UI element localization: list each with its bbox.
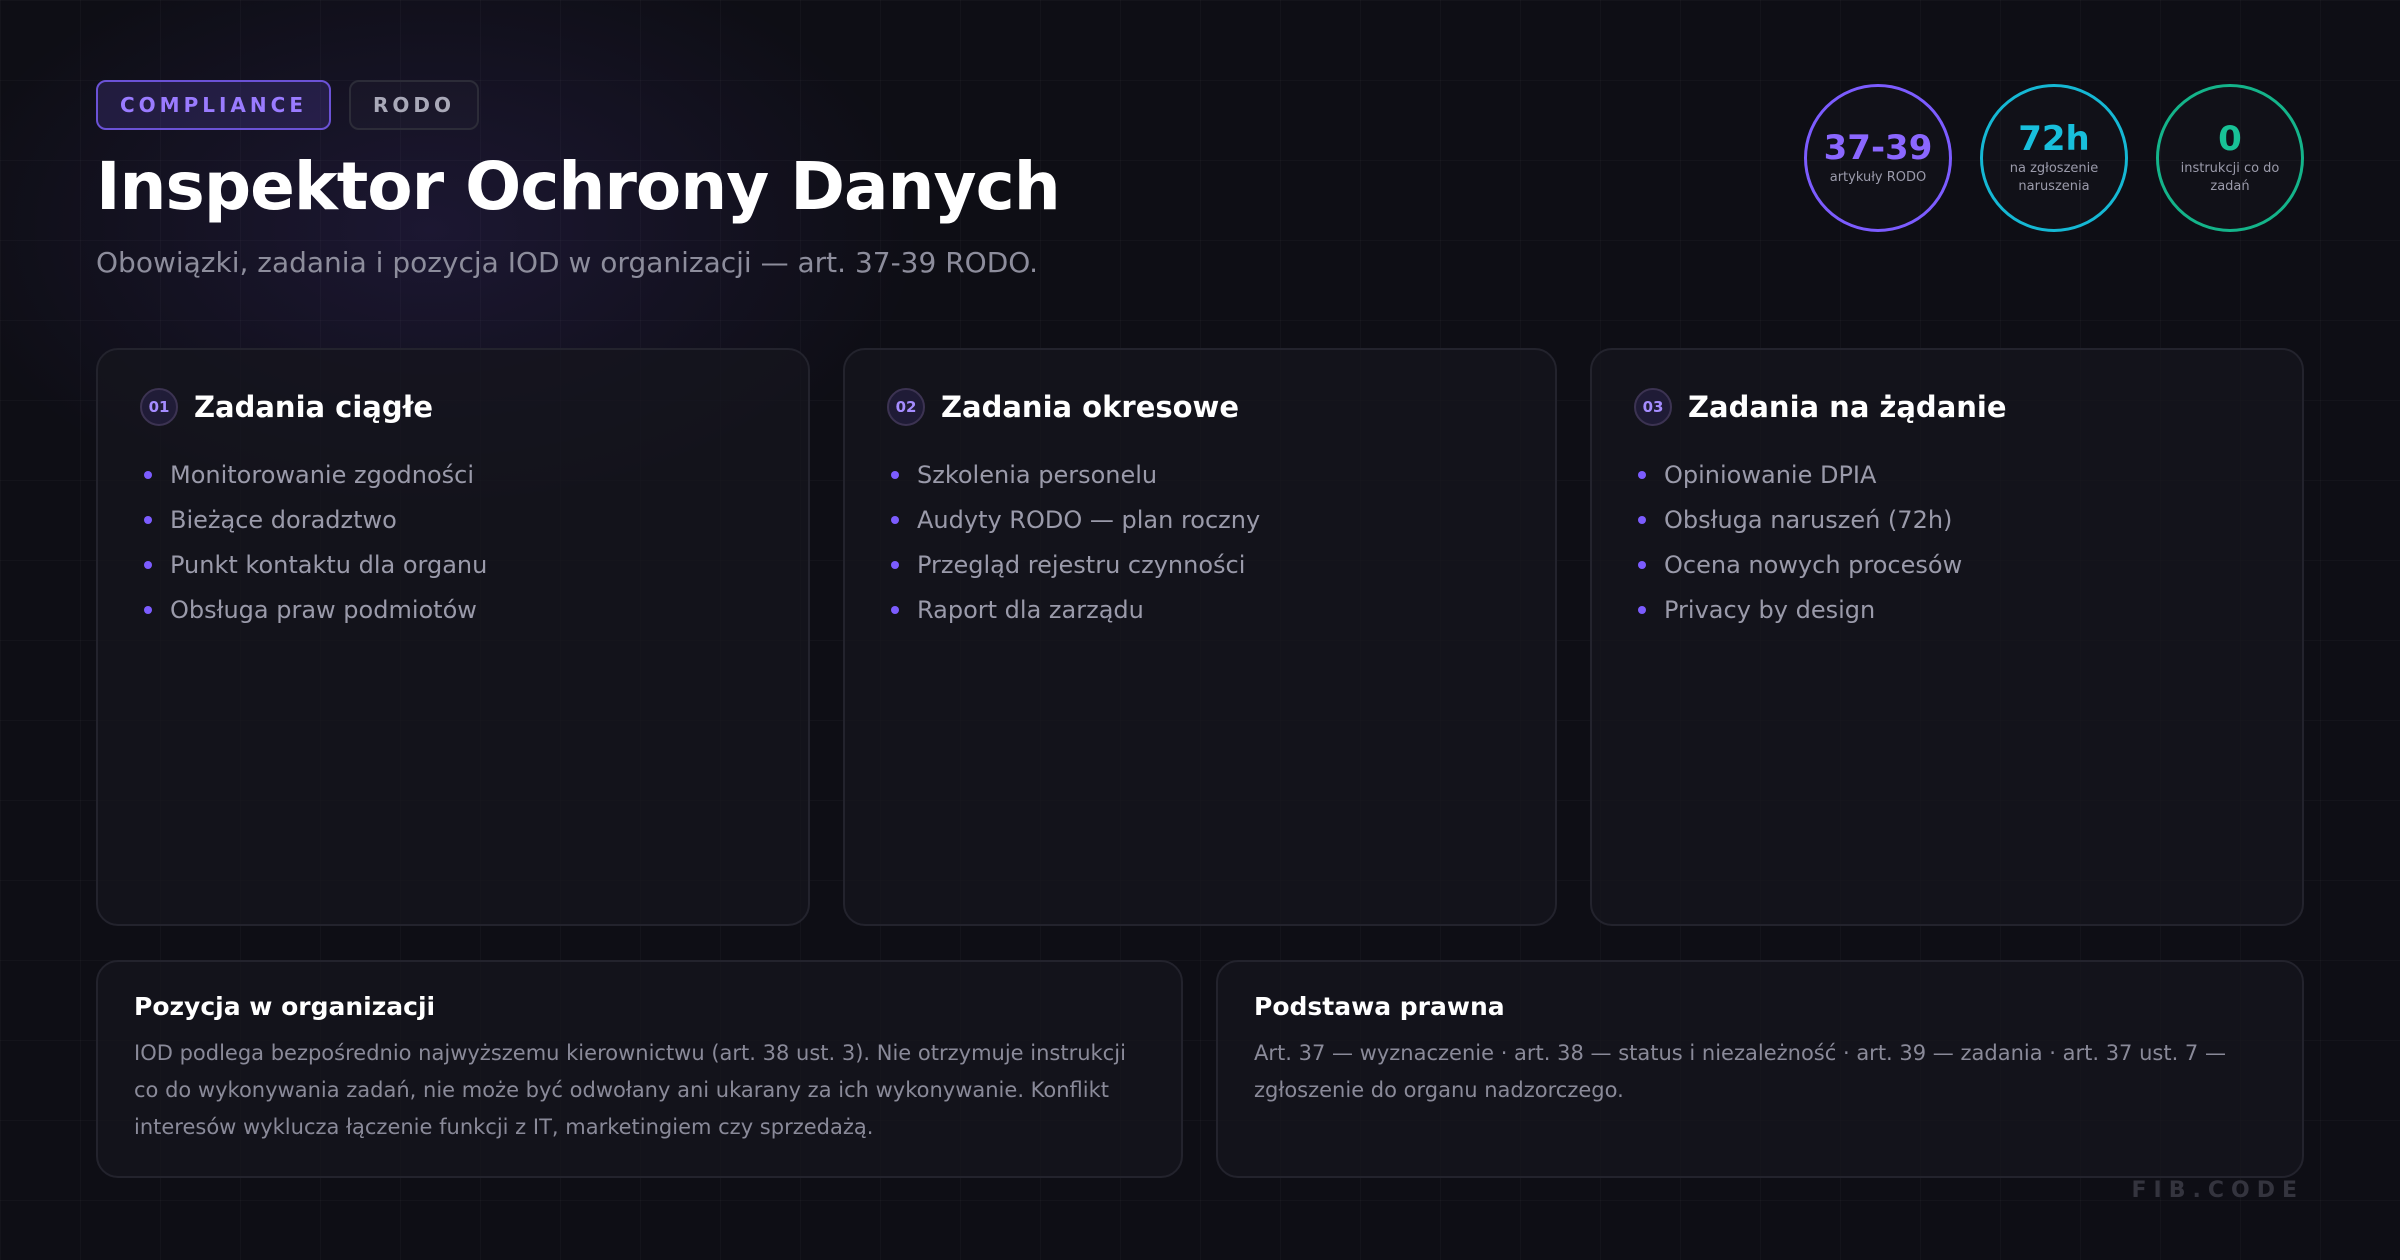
list-item: Monitorowanie zgodności xyxy=(144,452,766,497)
list-item: Bieżące doradztwo xyxy=(144,497,766,542)
legal-basis-panel: Podstawa prawna Art. 37 — wyznaczenie · … xyxy=(1216,960,2304,1178)
list-item-label: Raport dla zarządu xyxy=(917,595,1144,624)
card-header: 02 Zadania okresowe xyxy=(887,388,1513,426)
task-list: Szkolenia personelu Audyty RODO — plan r… xyxy=(887,452,1513,632)
list-item: Ocena nowych procesów xyxy=(1638,542,2260,587)
card-title: Zadania ciągłe xyxy=(194,390,434,424)
list-item-label: Punkt kontaktu dla organu xyxy=(170,550,488,579)
list-item: Privacy by design xyxy=(1638,587,2260,632)
bullet-icon xyxy=(891,470,899,479)
stat-articles: 37-39 artykuły RODO xyxy=(1804,84,1952,232)
stat-instructions-value: 0 xyxy=(2218,118,2242,159)
list-item: Opiniowanie DPIA xyxy=(1638,452,2260,497)
bullet-icon xyxy=(144,470,152,479)
list-item: Punkt kontaktu dla organu xyxy=(144,542,766,587)
page-title: Inspektor Ochrony Danych xyxy=(96,148,1061,225)
tag-compliance: COMPLIANCE xyxy=(96,80,331,130)
list-item-label: Audyty RODO — plan roczny xyxy=(917,505,1261,534)
stat-breach-deadline-value: 72h xyxy=(2018,118,2090,159)
bullet-icon xyxy=(144,605,152,614)
list-item-label: Bieżące doradztwo xyxy=(170,505,397,534)
list-item-label: Opiniowanie DPIA xyxy=(1664,460,1877,489)
position-panel: Pozycja w organizacji IOD podlega bezpoś… xyxy=(96,960,1183,1178)
bullet-icon xyxy=(144,515,152,524)
stat-instructions-label: instrukcji co do zadań xyxy=(2180,161,2280,194)
card-number-badge: 02 xyxy=(887,388,925,426)
card-title: Zadania na żądanie xyxy=(1688,390,2007,424)
stats-group: 37-39 artykuły RODO 72h na zgłoszenie na… xyxy=(1804,84,2304,232)
task-list: Monitorowanie zgodności Bieżące doradztw… xyxy=(140,452,766,632)
position-title: Pozycja w organizacji xyxy=(134,992,436,1021)
card-periodic-tasks: 02 Zadania okresowe Szkolenia personelu … xyxy=(843,348,1557,926)
list-item-label: Ocena nowych procesów xyxy=(1664,550,1963,579)
card-continuous-tasks: 01 Zadania ciągłe Monitorowanie zgodnośc… xyxy=(96,348,810,926)
bullet-icon xyxy=(891,605,899,614)
list-item-label: Obsługa praw podmiotów xyxy=(170,595,477,624)
list-item: Szkolenia personelu xyxy=(891,452,1513,497)
bullet-icon xyxy=(1638,515,1646,524)
bullet-icon xyxy=(1638,605,1646,614)
tag-group: COMPLIANCE RODO xyxy=(96,80,479,130)
card-on-demand-tasks: 03 Zadania na żądanie Opiniowanie DPIA O… xyxy=(1590,348,2304,926)
list-item-label: Privacy by design xyxy=(1664,595,1876,624)
list-item-label: Szkolenia personelu xyxy=(917,460,1158,489)
list-item: Obsługa naruszeń (72h) xyxy=(1638,497,2260,542)
card-number-badge: 03 xyxy=(1634,388,1672,426)
list-item: Raport dla zarządu xyxy=(891,587,1513,632)
card-header: 03 Zadania na żądanie xyxy=(1634,388,2260,426)
legal-basis-title: Podstawa prawna xyxy=(1254,992,1505,1021)
brand-watermark: FIB.CODE xyxy=(2131,1178,2304,1203)
bullet-icon xyxy=(891,560,899,569)
stat-articles-value: 37-39 xyxy=(1823,127,1933,168)
bullet-icon xyxy=(1638,560,1646,569)
card-number-badge: 01 xyxy=(140,388,178,426)
list-item: Obsługa praw podmiotów xyxy=(144,587,766,632)
list-item-label: Monitorowanie zgodności xyxy=(170,460,475,489)
card-header: 01 Zadania ciągłe xyxy=(140,388,766,426)
list-item: Audyty RODO — plan roczny xyxy=(891,497,1513,542)
list-item-label: Przegląd rejestru czynności xyxy=(917,550,1246,579)
bullet-icon xyxy=(1638,470,1646,479)
list-item-label: Obsługa naruszeń (72h) xyxy=(1664,505,1953,534)
task-list: Opiniowanie DPIA Obsługa naruszeń (72h) … xyxy=(1634,452,2260,632)
legal-basis-text: Art. 37 — wyznaczenie · art. 38 — status… xyxy=(1254,1041,2226,1102)
card-title: Zadania okresowe xyxy=(941,390,1240,424)
stat-articles-label: artykuły RODO xyxy=(1829,169,1927,185)
bullet-icon xyxy=(144,560,152,569)
stat-breach-deadline-label: na zgłoszenie naruszenia xyxy=(2009,161,2099,194)
stat-instructions: 0 instrukcji co do zadań xyxy=(2156,84,2304,232)
bullet-icon xyxy=(891,515,899,524)
position-text: IOD podlega bezpośrednio najwyższemu kie… xyxy=(134,1041,1126,1139)
list-item: Przegląd rejestru czynności xyxy=(891,542,1513,587)
page-subtitle: Obowiązki, zadania i pozycja IOD w organ… xyxy=(96,246,1039,279)
stat-breach-deadline: 72h na zgłoszenie naruszenia xyxy=(1980,84,2128,232)
tag-rodo: RODO xyxy=(348,80,479,130)
